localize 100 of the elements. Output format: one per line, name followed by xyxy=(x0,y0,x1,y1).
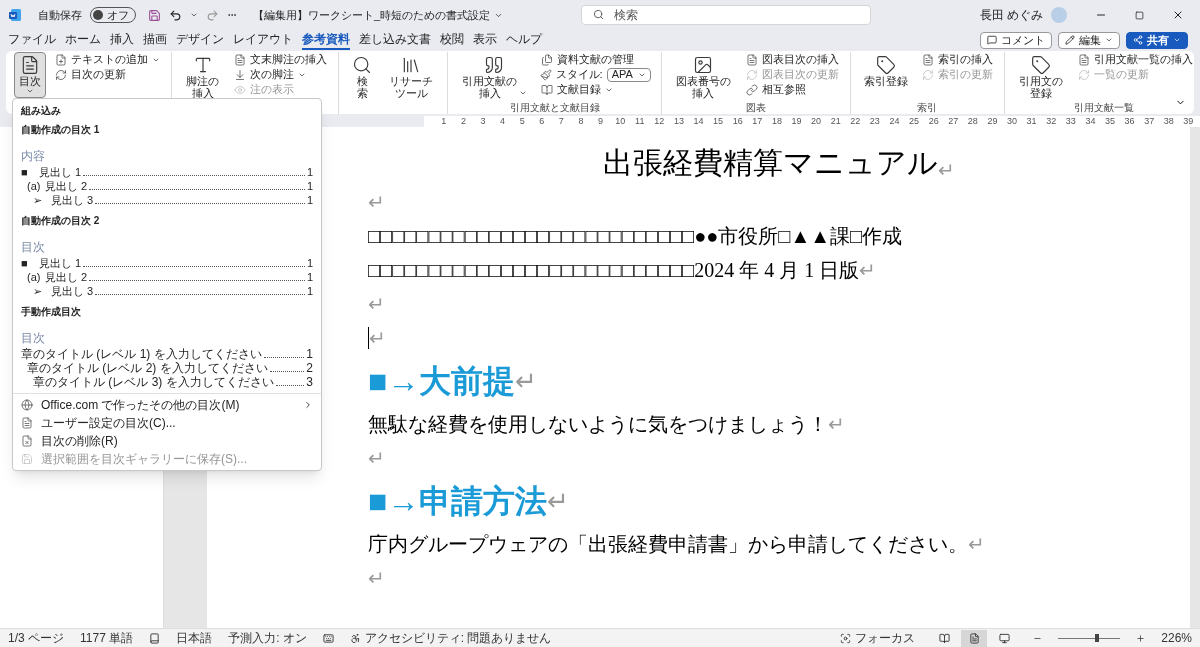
ruler-number: 12 xyxy=(653,115,666,127)
ribbon-button[interactable]: 索引登録 xyxy=(858,52,913,98)
preview-heading: 目次 xyxy=(21,239,46,256)
ribbon-button[interactable]: 図表目次の挿入 xyxy=(742,52,842,67)
ruler-number: 11 xyxy=(634,115,646,127)
style-dropdown[interactable]: APA xyxy=(606,67,651,82)
ribbon-button[interactable]: 文末脚注の挿入 xyxy=(231,52,331,67)
ruler-number: 30 xyxy=(1006,115,1018,127)
ruler-number: 15 xyxy=(712,115,725,127)
page-number: 1 xyxy=(306,270,313,284)
ribbon-button[interactable]: 索引の挿入 xyxy=(918,52,996,67)
undo-icon[interactable] xyxy=(169,8,182,22)
share-button[interactable]: 共有 xyxy=(1126,31,1188,49)
gallery-item[interactable]: 自動作成の目次 1 内容 ■ 見出し 1 1 (a) 見出し 2 1 ➢ 見出し 3 1 xyxy=(13,120,321,211)
ribbon-button[interactable]: 次の脚注 xyxy=(231,67,331,82)
keyboard-icon[interactable] xyxy=(322,632,334,644)
ruler-number: 23 xyxy=(868,115,881,127)
paragraph-mark: ↵ xyxy=(368,292,385,317)
menu-item[interactable]: ユーザー設定の目次(C)... xyxy=(13,414,321,432)
comment-button[interactable]: コメント xyxy=(980,31,1052,49)
preview-entry: 見出し 1 xyxy=(39,165,82,179)
ruler-number: 19 xyxy=(790,115,803,127)
status-text: 日本語 xyxy=(176,630,213,647)
ribbon-tab[interactable]: 描画 xyxy=(143,30,167,50)
ribbon-tab[interactable]: レイアウト xyxy=(233,30,293,50)
ribbon-button[interactable]: 目次の更新 xyxy=(52,67,163,82)
document-remove-icon xyxy=(21,435,33,447)
body-text: 庁内グループウェアの「出張経費申請書」から申請してください。 xyxy=(368,532,968,557)
ribbon-button[interactable]: テキストの追加 xyxy=(52,52,163,67)
view-button[interactable] xyxy=(961,629,988,647)
ribbon-button[interactable]: リサーチツール xyxy=(383,52,440,98)
body-text: 無駄な経費を使用しないように気をつけましょう！ xyxy=(368,412,828,437)
ribbon-button[interactable]: 資料文献の管理 xyxy=(537,52,653,67)
paragraph-mark: ↵ xyxy=(368,566,385,591)
preview-entry: 章のタイトル (レベル 2) を入力してください xyxy=(27,361,268,375)
ribbon-button[interactable]: 引用文献の挿入 xyxy=(456,52,532,98)
ribbon-button[interactable]: 検索 xyxy=(347,52,378,98)
ruler-number: 2 xyxy=(459,115,467,127)
heading: ■→大前提 xyxy=(368,362,516,401)
refresh-icon xyxy=(921,68,934,81)
caret-icon xyxy=(26,87,34,95)
ribbon-tab[interactable]: ホーム xyxy=(65,30,101,50)
ruler-number: 37 xyxy=(1143,115,1156,127)
ribbon-button[interactable]: 引用文の登録 xyxy=(1012,52,1069,98)
document-icon xyxy=(921,53,934,66)
page-number: 2 xyxy=(306,361,313,375)
share-icon xyxy=(1133,35,1143,45)
ribbon-button[interactable]: 図表番号の挿入 xyxy=(669,52,737,98)
gallery-title: 手動作成目次 xyxy=(21,305,82,319)
zoom-in-icon[interactable] xyxy=(1136,633,1146,643)
ruler-number: 16 xyxy=(731,115,744,127)
ribbon-tab[interactable]: デザイン xyxy=(176,30,224,50)
book-icon xyxy=(540,83,553,96)
menu-item[interactable]: Office.com で作ったその他の目次(M) xyxy=(13,396,321,414)
paragraph-mark: ↵ xyxy=(547,486,570,516)
menu-item[interactable]: 目次の削除(R) xyxy=(13,432,321,450)
ruler-number: 22 xyxy=(849,115,862,127)
book-icon[interactable] xyxy=(149,632,161,644)
brush-icon xyxy=(539,68,552,81)
ribbon-button[interactable]: 脚注の挿入 xyxy=(180,52,226,98)
body-text: □□□□□□□□□□□□□□□□□□□□□□□□□□□2024 年 4 月 1 日版 xyxy=(368,258,860,283)
ribbon-button[interactable]: 目次 xyxy=(14,52,46,98)
ribbon-tab[interactable]: 校閲 xyxy=(440,30,464,50)
focus-button[interactable]: フォーカス xyxy=(840,629,916,647)
page-number: 1 xyxy=(306,347,313,361)
gallery-item[interactable]: 自動作成の目次 2 目次 ■ 見出し 1 1 (a) 見出し 2 1 ➢ 見出し 3 1 xyxy=(13,211,321,302)
save-icon[interactable] xyxy=(148,8,161,22)
gallery-item[interactable]: 手動作成目次 目次 章のタイトル (レベル 1) を入力してください 1 章のタイトル (レベル 2) を入力してください 2 章のタイトル (レベル 3) を入力してください 3 xyxy=(13,302,321,393)
ruler-number: 14 xyxy=(692,115,705,127)
list-marker: ➢ xyxy=(33,193,43,207)
slider-thumb[interactable] xyxy=(1095,634,1100,642)
list-marker: ■ xyxy=(21,256,29,270)
search-field[interactable]: 検索 xyxy=(581,5,872,25)
refresh-icon xyxy=(1078,68,1090,81)
accessibility-icon[interactable] xyxy=(349,632,361,644)
edit-button[interactable]: 編集 xyxy=(1058,31,1120,49)
ribbon-tab[interactable]: 挿入 xyxy=(110,30,134,50)
document-title-button[interactable]: 【編集用】ワークシート_時短のための書式設定 xyxy=(253,6,504,24)
paragraph-mark: ↵ xyxy=(515,365,538,398)
ribbon-button[interactable]: 文献目録 xyxy=(537,82,653,97)
ruler-number: 38 xyxy=(1162,115,1175,127)
ruler-number: 32 xyxy=(1045,115,1058,127)
caret-icon[interactable] xyxy=(190,11,198,19)
ribbon-tab[interactable]: 表示 xyxy=(473,30,497,50)
search-icon xyxy=(593,9,605,20)
ribbon-tab[interactable]: 差し込み文書 xyxy=(359,30,431,50)
restore-icon[interactable] xyxy=(1135,10,1144,20)
ribbon-tab[interactable]: ヘルプ xyxy=(506,30,542,50)
text-cursor xyxy=(368,327,369,349)
ribbon-button[interactable]: 相互参照 xyxy=(742,82,842,97)
ribbon-button[interactable]: 引用文献一覧の挿入 xyxy=(1075,52,1196,67)
close-icon[interactable] xyxy=(1172,9,1184,21)
ribbon-tab[interactable]: ファイル xyxy=(8,30,56,50)
refresh-icon xyxy=(745,68,758,81)
ruler-number: 18 xyxy=(770,115,783,127)
paragraph-mark: ↵ xyxy=(368,446,385,471)
group-label: 引用文献一覧 xyxy=(1074,101,1135,114)
zoom-slider[interactable] xyxy=(1058,634,1121,642)
zoom-level[interactable]: 226% xyxy=(1161,629,1192,647)
tag-icon xyxy=(875,55,896,75)
